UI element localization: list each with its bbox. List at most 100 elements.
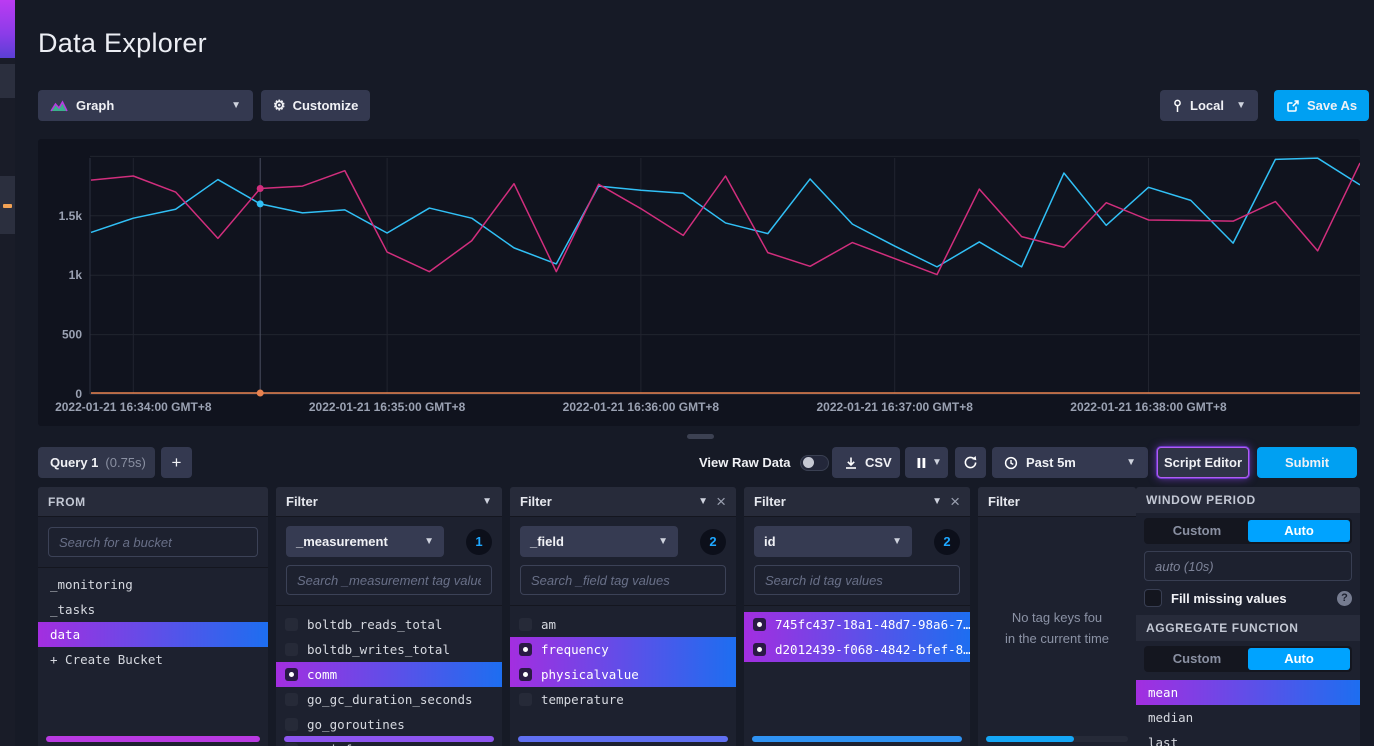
horizontal-scrollbar[interactable] (284, 736, 494, 742)
filter-panel-header: Filter (978, 487, 1136, 517)
chevron-down-icon[interactable]: ▼ (932, 497, 942, 507)
horizontal-scrollbar[interactable] (518, 736, 728, 742)
tag-key-dropdown[interactable]: _measurement ▼ (286, 526, 444, 557)
submit-button[interactable]: Submit (1257, 447, 1357, 478)
window-period-header: WINDOW PERIOD (1136, 487, 1360, 513)
add-query-button[interactable]: + (161, 447, 192, 478)
id-search-input[interactable] (754, 565, 960, 595)
tag-value-item-selected[interactable]: physicalvalue (510, 662, 736, 687)
horizontal-scrollbar[interactable] (46, 736, 260, 742)
checkbox-checked-icon (753, 618, 766, 631)
fill-missing-checkbox[interactable] (1144, 589, 1162, 607)
time-series-graph[interactable]: 05001k1.5k2022-01-21 16:34:00 GMT+82022-… (38, 139, 1360, 426)
auto-option[interactable]: Auto (1248, 520, 1350, 542)
selected-count-badge: 1 (466, 529, 492, 555)
tag-value-label: comm (307, 667, 337, 682)
view-raw-data-label: View Raw Data (699, 455, 791, 470)
graph-resize-handle[interactable] (687, 434, 714, 439)
window-period-input[interactable]: auto (10s) (1144, 551, 1352, 581)
aggregate-mode-toggle: Custom Auto (1144, 646, 1352, 672)
horizontal-scrollbar[interactable] (752, 736, 962, 742)
area-chart-icon (50, 99, 68, 112)
window-period-mode-toggle: Custom Auto (1144, 518, 1352, 544)
close-icon[interactable]: × (716, 492, 726, 512)
toggle-knob (803, 457, 814, 468)
tag-value-item-selected[interactable]: 745fc437-18a1-48d7-98a6-7… (744, 612, 970, 637)
checkbox-checked-icon (285, 668, 298, 681)
filter-measurement-panel: Filter ▼ _measurement ▼ 1 boltdb_reads_t… (276, 487, 502, 746)
page-title: Data Explorer (38, 28, 207, 59)
filter-field-panel: Filter ▼ × _field ▼ 2 am frequency physi… (510, 487, 736, 746)
custom-option[interactable]: Custom (1146, 648, 1248, 670)
script-editor-button[interactable]: Script Editor (1157, 447, 1249, 478)
tag-value-item-selected[interactable]: frequency (510, 637, 736, 662)
aggregate-function-item[interactable]: median (1136, 705, 1360, 730)
pause-button[interactable]: ▼ (905, 447, 948, 478)
svg-text:2022-01-21 16:34:00 GMT+8: 2022-01-21 16:34:00 GMT+8 (55, 400, 212, 414)
tag-value-item[interactable]: boltdb_writes_total (276, 637, 502, 662)
chevron-down-icon: ▼ (424, 537, 434, 547)
horizontal-scrollbar[interactable] (986, 736, 1128, 742)
nav-rail-item[interactable] (0, 176, 15, 234)
checkbox-checked-icon (519, 643, 532, 656)
tag-key-label: _measurement (296, 534, 388, 549)
time-range-dropdown[interactable]: Past 5m ▼ (992, 447, 1148, 478)
svg-text:1k: 1k (69, 268, 83, 282)
csv-download-button[interactable]: CSV (832, 447, 900, 478)
csv-label: CSV (865, 455, 892, 470)
aggregate-function-item-selected[interactable]: mean (1136, 680, 1360, 705)
create-bucket-button[interactable]: + Create Bucket (38, 647, 268, 672)
from-panel: FROM _monitoring _tasks data + Create Bu… (38, 487, 268, 746)
pin-icon (1172, 99, 1183, 113)
filter-title: Filter (754, 494, 786, 509)
auto-option[interactable]: Auto (1248, 648, 1350, 670)
tag-value-item[interactable]: boltdb_reads_total (276, 612, 502, 637)
bucket-item-selected[interactable]: data (38, 622, 268, 647)
custom-option[interactable]: Custom (1146, 520, 1248, 542)
chevron-down-icon: ▼ (932, 458, 942, 468)
tag-value-item[interactable]: am (510, 612, 736, 637)
view-raw-data-toggle[interactable] (800, 455, 829, 471)
checkbox-checked-icon (519, 668, 532, 681)
close-icon[interactable]: × (950, 492, 960, 512)
nav-rail-item[interactable] (0, 64, 15, 98)
tag-value-item[interactable]: go_gc_duration_seconds (276, 687, 502, 712)
window-aggregate-panel: WINDOW PERIOD Custom Auto auto (10s) Fil… (1136, 487, 1360, 746)
bucket-search-input[interactable] (48, 527, 258, 557)
plus-icon: + (172, 453, 182, 473)
tag-key-dropdown[interactable]: id ▼ (754, 526, 912, 557)
tag-value-item[interactable]: temperature (510, 687, 736, 712)
tag-value-item[interactable]: go_goroutines (276, 712, 502, 737)
tag-value-label: 745fc437-18a1-48d7-98a6-7… (775, 617, 970, 632)
filter-title: Filter (286, 494, 318, 509)
graph-type-label: Graph (76, 98, 114, 113)
help-icon[interactable]: ? (1337, 591, 1352, 606)
tag-key-dropdown[interactable]: _field ▼ (520, 526, 678, 557)
local-dropdown[interactable]: Local ▼ (1160, 90, 1258, 121)
bucket-item[interactable]: _monitoring (38, 572, 268, 597)
download-icon (844, 456, 858, 470)
tag-value-item-selected[interactable]: d2012439-f068-4842-bfef-8… (744, 637, 970, 662)
checkbox-icon (285, 693, 298, 706)
bucket-item[interactable]: _tasks (38, 597, 268, 622)
svg-text:2022-01-21 16:36:00 GMT+8: 2022-01-21 16:36:00 GMT+8 (563, 400, 720, 414)
selected-count-badge: 2 (700, 529, 726, 555)
customize-button[interactable]: ⚙ Customize (261, 90, 370, 121)
field-search-input[interactable] (520, 565, 726, 595)
aggregate-function-item[interactable]: last (1136, 730, 1360, 746)
tag-value-item-selected[interactable]: comm (276, 662, 502, 687)
graph-type-dropdown[interactable]: Graph ▼ (38, 90, 253, 121)
filter-title: Filter (988, 494, 1020, 509)
empty-message-line2: in the current time (982, 628, 1132, 649)
chevron-down-icon[interactable]: ▼ (482, 497, 492, 507)
save-as-button[interactable]: Save As (1274, 90, 1369, 121)
refresh-button[interactable] (955, 447, 986, 478)
chevron-down-icon[interactable]: ▼ (698, 497, 708, 507)
app-logo[interactable] (0, 0, 15, 58)
clock-icon (1004, 456, 1018, 470)
svg-text:0: 0 (75, 387, 82, 401)
filter-empty-panel: Filter No tag keys fou in the current ti… (978, 487, 1136, 746)
measurement-search-input[interactable] (286, 565, 492, 595)
query-tab[interactable]: Query 1 (0.75s) (38, 447, 155, 478)
filter-panel-header: Filter ▼ (276, 487, 502, 517)
